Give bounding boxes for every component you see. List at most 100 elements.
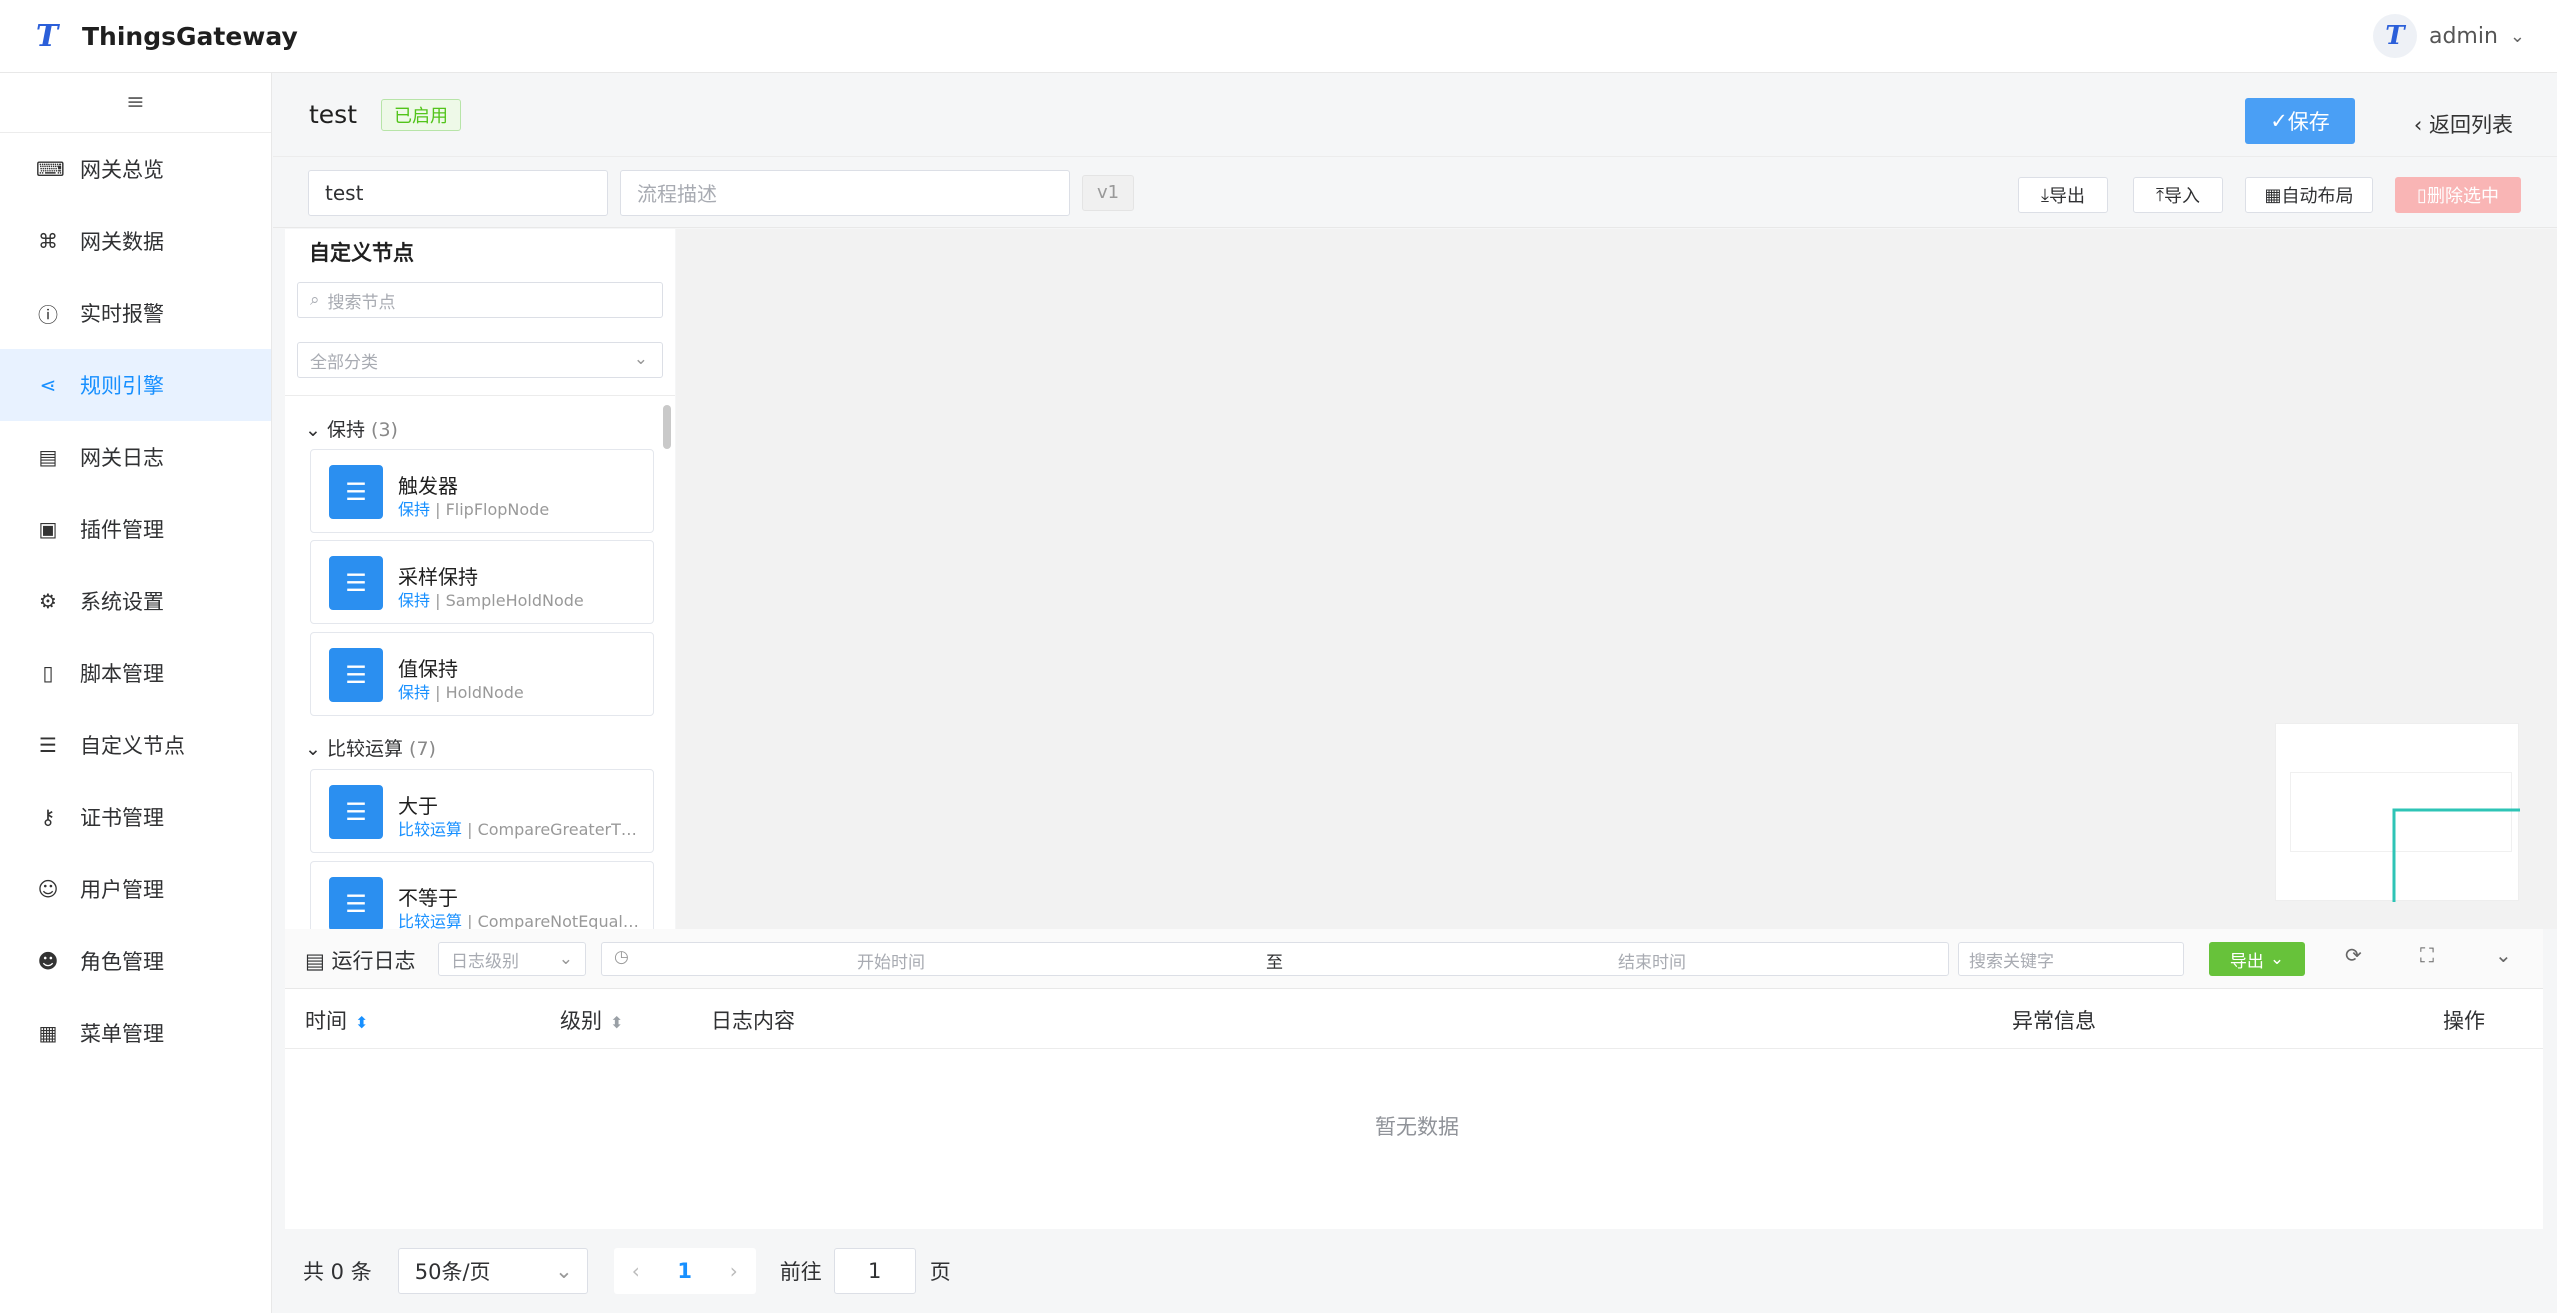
log-level-placeholder: 日志级别 xyxy=(451,951,519,972)
node-category: 保持 xyxy=(398,500,431,519)
goto-page-input[interactable]: 1 xyxy=(833,1248,916,1294)
log-export-button[interactable]: 导出 ⌄ xyxy=(2209,942,2305,976)
sidebar-item[interactable]: ☻ 角色管理 xyxy=(0,925,271,997)
node-label: 不等于 xyxy=(398,886,458,910)
auto-layout-button[interactable]: ▦ 自动布局 xyxy=(2245,177,2373,213)
page-number[interactable]: 1 xyxy=(658,1259,712,1283)
save-button[interactable]: ✓ 保存 xyxy=(2245,98,2355,144)
sliders-icon: ☰ xyxy=(329,648,383,702)
sidebar-item[interactable]: ☺ 用户管理 xyxy=(0,853,271,925)
sliders-icon: ☰ xyxy=(329,785,383,839)
log-level-select[interactable]: 日志级别 ⌄ xyxy=(438,942,586,976)
share-icon: ⋖ xyxy=(39,373,57,397)
sidebar-item-label: 网关数据 xyxy=(80,230,164,254)
category-header-compare[interactable]: ⌄ 比较运算 (7) xyxy=(305,734,436,761)
category-header-hold[interactable]: ⌄ 保持 (3) xyxy=(305,415,398,442)
sidebar-item[interactable]: ▯ 脚本管理 xyxy=(0,637,271,709)
prev-page-icon[interactable]: ‹ xyxy=(614,1259,658,1283)
range-separator: 至 xyxy=(1266,953,1283,973)
node-label: 采样保持 xyxy=(398,565,478,589)
node-label: 值保持 xyxy=(398,657,458,681)
sidebar-item[interactable]: ⓘ 实时报警 xyxy=(0,277,271,349)
sidebar-item[interactable]: ▦ 菜单管理 xyxy=(0,997,271,1069)
end-time-input[interactable]: 结束时间 xyxy=(1618,948,1686,973)
sliders-icon: ☰ xyxy=(329,556,383,610)
flow-description-input[interactable]: 流程描述 xyxy=(620,169,1070,216)
category-count: (3) xyxy=(371,419,398,441)
sidebar-item[interactable]: ▤ 网关日志 xyxy=(0,421,271,493)
sliders-icon: ☰ xyxy=(329,877,383,931)
divider xyxy=(285,1048,2543,1049)
avatar[interactable]: T xyxy=(2372,14,2417,58)
collapse-icon[interactable]: ⌄ xyxy=(2495,943,2512,967)
node-label: 大于 xyxy=(398,794,438,818)
column-time[interactable]: 时间 ⬍ xyxy=(305,1005,368,1035)
sort-icon[interactable]: ⬍ xyxy=(610,1013,623,1032)
chevron-down-icon: ⌄ xyxy=(2269,949,2285,969)
sidebar-item[interactable]: ⌘ 网关数据 xyxy=(0,205,271,277)
menu-collapse-icon[interactable]: ≡ xyxy=(0,73,271,133)
minimap[interactable] xyxy=(2275,723,2520,902)
sidebar-item[interactable]: ⋖ 规则引擎 xyxy=(0,349,271,421)
sidebar-item-label: 脚本管理 xyxy=(80,662,164,686)
chevron-down-icon: ⌄ xyxy=(633,349,648,369)
sidebar-item[interactable]: ⚷ 证书管理 xyxy=(0,781,271,853)
sidebar-item[interactable]: ⌨ 网关总览 xyxy=(0,133,271,205)
minimap-edge xyxy=(2392,808,2520,902)
column-actions: 操作 xyxy=(2443,1009,2485,1033)
delete-selected-button[interactable]: ▯ 删除选中 xyxy=(2395,177,2521,213)
sliders-icon: ☰ xyxy=(39,733,57,757)
refresh-icon[interactable]: ⟳ xyxy=(2345,943,2362,967)
panel-title: 自定义节点 xyxy=(309,241,414,265)
node-card[interactable]: ☰ 不等于 比较运算 | CompareNotEqualNode xyxy=(310,861,654,931)
node-meta: 保持 | SampleHoldNode xyxy=(398,591,584,610)
node-card[interactable]: ☰ 触发器 保持 | FlipFlopNode xyxy=(310,449,654,533)
total-count: 共 0 条 xyxy=(303,1260,372,1284)
fullscreen-icon[interactable]: ⛶ xyxy=(2420,943,2434,967)
node-list-scrollbar[interactable] xyxy=(663,405,671,449)
app-logo[interactable]: T xyxy=(30,19,64,54)
search-placeholder: 搜索节点 xyxy=(327,292,396,313)
file-icon: ▯ xyxy=(42,661,54,685)
node-card[interactable]: ☰ 采样保持 保持 | SampleHoldNode xyxy=(310,540,654,624)
page-size-select[interactable]: 50条/页 ⌄ xyxy=(397,1248,588,1294)
flow-canvas[interactable] xyxy=(676,229,2557,929)
export-button[interactable]: ⤓ 导出 xyxy=(2018,177,2108,213)
node-meta: 保持 | FlipFlopNode xyxy=(398,500,550,519)
alert-circle-icon: ⓘ xyxy=(38,302,58,327)
gear-icon: ⚙ xyxy=(39,589,57,613)
sidebar-item-label: 实时报警 xyxy=(80,302,164,326)
category-select[interactable]: 全部分类 ⌄ xyxy=(297,342,663,378)
node-card[interactable]: ☰ 值保持 保持 | HoldNode xyxy=(310,632,654,716)
node-search-input[interactable]: ⌕ 搜索节点 xyxy=(297,282,663,318)
sidebar-item[interactable]: ⚙ 系统设置 xyxy=(0,565,271,637)
column-content: 日志内容 xyxy=(711,1009,795,1033)
chevron-left-icon: ‹ xyxy=(2413,113,2429,137)
sort-icon[interactable]: ⬍ xyxy=(355,1013,368,1032)
user-name: admin xyxy=(2428,23,2498,49)
user-menu[interactable]: T admin ⌄ xyxy=(2372,14,2525,58)
sidebar-item[interactable]: ▣ 插件管理 xyxy=(0,493,271,565)
chevron-down-icon: ⌄ xyxy=(2509,25,2525,47)
sidebar-item[interactable]: ☰ 自定义节点 xyxy=(0,709,271,781)
page-navigator: ‹ 1 › xyxy=(613,1248,756,1294)
node-card[interactable]: ☰ 大于 比较运算 | CompareGreaterThanNode xyxy=(310,769,654,853)
time-range-picker[interactable]: ◷ 开始时间 至 结束时间 xyxy=(601,942,1949,976)
page-unit-label: 页 xyxy=(929,1260,951,1284)
start-time-input[interactable]: 开始时间 xyxy=(857,948,925,973)
next-page-icon[interactable]: › xyxy=(712,1259,756,1283)
grid-icon: ▦ xyxy=(2264,184,2282,206)
auto-layout-label: 自动布局 xyxy=(2281,186,2354,207)
log-keyword-input[interactable]: 搜索关键字 xyxy=(1958,942,2184,976)
node-category: 保持 xyxy=(398,591,431,610)
sidebar-item-label: 系统设置 xyxy=(80,590,164,614)
flow-name-input[interactable]: test xyxy=(308,169,608,216)
import-button[interactable]: ⤒ 导入 xyxy=(2133,177,2223,213)
search-icon: ⌕ xyxy=(310,290,320,310)
flow-name: test xyxy=(309,100,358,129)
sliders-icon: ☰ xyxy=(329,465,383,519)
chevron-down-icon: ⌄ xyxy=(555,1259,573,1283)
column-level[interactable]: 级别 ⬍ xyxy=(560,1005,623,1035)
sidebar-item-label: 网关总览 xyxy=(80,158,164,182)
back-to-list-button[interactable]: ‹ 返回列表 xyxy=(2414,109,2513,139)
